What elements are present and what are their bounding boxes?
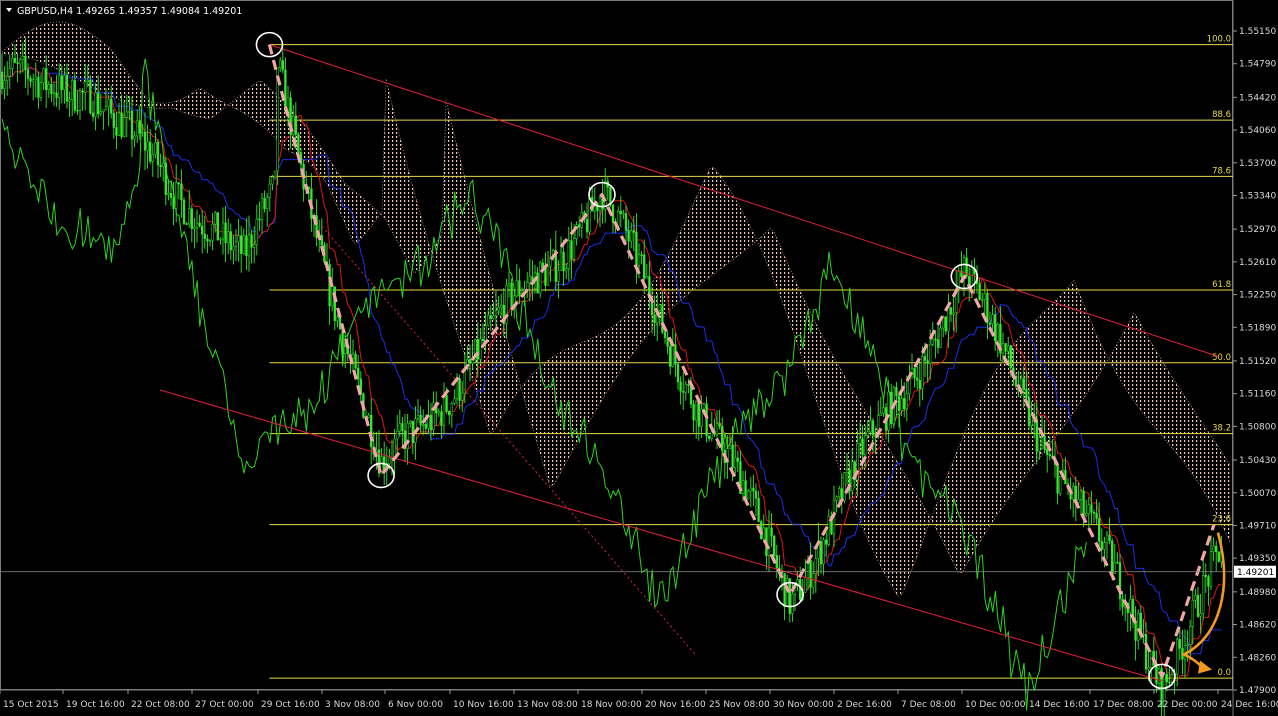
time-tick-label: 22 Oct 08:00 — [131, 700, 190, 710]
price-tick-label: 1.53700 — [1239, 159, 1276, 169]
fib-level-label: 23.6 — [1212, 515, 1231, 525]
price-tick-label: 1.49710 — [1239, 521, 1276, 531]
price-tick-label: 1.50800 — [1239, 422, 1276, 432]
price-axis: 1.55150 1.54790 1.54420 1.54060 1.53700 1.533… — [1233, 27, 1276, 696]
time-tick-label: 7 Dec 08:00 — [901, 700, 956, 710]
fib-level-label: 0.0 — [1217, 668, 1231, 678]
price-tick-label: 1.54060 — [1239, 126, 1276, 136]
time-tick-label: 30 Nov 00:00 — [773, 700, 834, 710]
price-chart[interactable]: 100.0 88.6 78.6 61.8 50.0 38.2 23.6 0.0 1.49201… — [0, 0, 1278, 716]
time-tick-label: 15 Oct 2015 — [3, 700, 59, 710]
symbol-label: GBPUSD,H4 1.49265 1.49357 1.49084 1.4920… — [17, 6, 242, 17]
price-tick-label: 1.54790 — [1239, 60, 1276, 70]
time-tick-label: 13 Nov 08:00 — [517, 700, 578, 710]
price-tick-label: 1.49350 — [1239, 554, 1276, 564]
candle — [843, 472, 846, 504]
candle — [1217, 551, 1220, 563]
time-tick-label: 2 Dec 16:00 — [837, 700, 892, 710]
time-tick-label: 10 Nov 16:00 — [453, 700, 514, 710]
time-tick-label: 24 Dec 16:00 — [1221, 700, 1278, 710]
time-tick-label: 25 Nov 08:00 — [709, 700, 770, 710]
time-tick-label: 18 Nov 00:00 — [581, 700, 642, 710]
price-tick-label: 1.54420 — [1239, 93, 1276, 103]
fib-level-label: 78.6 — [1212, 166, 1231, 176]
price-tick-label: 1.52970 — [1239, 225, 1276, 235]
price-tick-label: 1.50430 — [1239, 456, 1276, 466]
time-tick-label: 6 Nov 00:00 — [388, 700, 443, 710]
fib-level-label: 50.0 — [1212, 353, 1231, 363]
time-tick-label: 3 Nov 08:00 — [325, 700, 380, 710]
price-tick-label: 1.52250 — [1239, 291, 1276, 301]
fib-level-label: 88.6 — [1212, 110, 1231, 120]
price-tick-label: 1.48260 — [1239, 653, 1276, 663]
ohlc-values: 1.49265 1.49357 1.49084 1.49201 — [76, 6, 242, 17]
time-tick-label: 14 Dec 16:00 — [1029, 700, 1090, 710]
candle — [539, 260, 542, 298]
price-tick-label: 1.55150 — [1239, 27, 1276, 37]
fib-level-label: 61.8 — [1212, 280, 1231, 290]
time-tick-label: 10 Dec 00:00 — [965, 700, 1026, 710]
time-tick-label: 17 Dec 08:00 — [1093, 700, 1154, 710]
candle — [182, 197, 186, 226]
price-tick-label: 1.51890 — [1239, 323, 1276, 333]
time-tick-label: 20 Nov 16:00 — [645, 700, 706, 710]
price-tick-label: 1.51160 — [1239, 390, 1276, 400]
price-tick-label: 1.47900 — [1239, 686, 1276, 696]
price-tick-label: 1.48620 — [1239, 621, 1276, 631]
current-price-label: 1.49201 — [1237, 568, 1274, 578]
time-tick-label: 29 Oct 16:00 — [261, 700, 320, 710]
time-tick-label: 27 Oct 00:00 — [195, 700, 254, 710]
time-tick-label: 22 Dec 00:00 — [1157, 700, 1218, 710]
fib-level-label: 38.2 — [1212, 424, 1231, 434]
candle — [89, 75, 92, 115]
time-tick-label: 19 Oct 16:00 — [66, 700, 125, 710]
price-tick-label: 1.50070 — [1239, 489, 1276, 499]
price-tick-label: 1.53340 — [1239, 192, 1276, 202]
chart-title[interactable]: GBPUSD,H4 1.49265 1.49357 1.49084 1.4920… — [6, 6, 242, 17]
price-tick-label: 1.48980 — [1239, 588, 1276, 598]
fib-level-label: 100.0 — [1207, 35, 1231, 45]
candle — [297, 132, 300, 154]
price-tick-label: 1.51520 — [1239, 357, 1276, 367]
price-tick-label: 1.52610 — [1239, 258, 1276, 268]
candle — [216, 212, 219, 241]
candle — [1059, 476, 1062, 496]
